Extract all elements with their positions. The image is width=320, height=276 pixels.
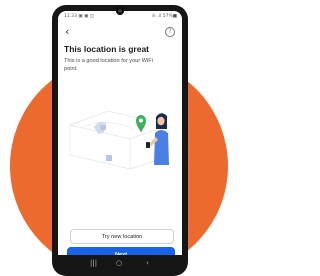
home-icon[interactable]: ○: [116, 260, 122, 267]
page-subtitle: This is a good location for your WiFi po…: [64, 58, 153, 72]
front-camera: [116, 7, 124, 15]
status-system-indicators: ⁂ .il 57%■: [151, 14, 177, 19]
recent-apps-icon[interactable]: |||: [90, 260, 97, 267]
sofa-icon: [94, 121, 106, 134]
page-title: This location is great: [64, 44, 150, 54]
nav-back-icon[interactable]: ‹: [146, 260, 149, 267]
next-button[interactable]: Next: [67, 247, 175, 255]
system-nav-bar: ||| ○ ‹: [58, 255, 182, 274]
notification-icons: ▣ ▣ ◫: [78, 14, 95, 19]
wifi-point-icon: [106, 155, 112, 161]
back-arrow-icon[interactable]: ‹: [65, 26, 69, 37]
location-pin-icon: [136, 115, 146, 133]
try-new-location-button[interactable]: Try new location: [70, 229, 174, 244]
app-screen: 11:33 ▣ ▣ ◫ ⁂ .il 57%■ ‹ ? This location…: [58, 11, 182, 255]
status-time: 11:33 ▣ ▣ ◫: [64, 14, 95, 19]
wifi-location-illustration: [69, 110, 169, 170]
help-icon[interactable]: ?: [165, 27, 175, 37]
